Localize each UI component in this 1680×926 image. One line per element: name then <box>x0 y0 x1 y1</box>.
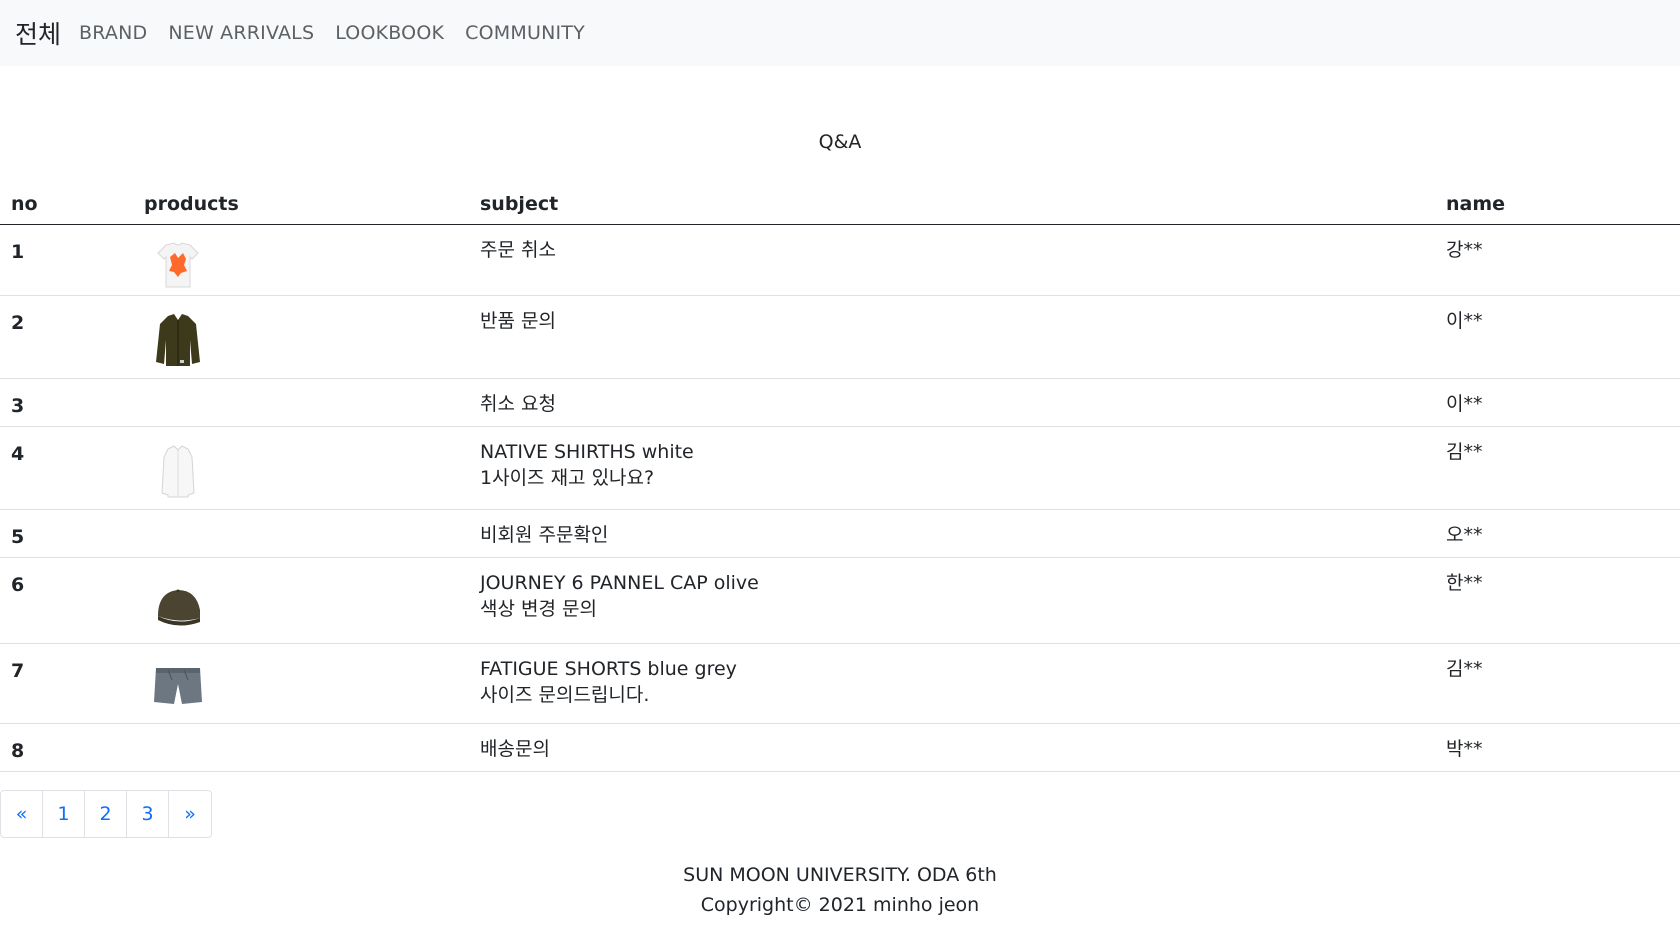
page-1-button[interactable]: 1 <box>43 791 85 837</box>
subject-title[interactable]: 반품 문의 <box>480 308 1446 334</box>
table-row[interactable]: 7 FATIGUE SHORTS blue grey 사이즈 문의드립니다. 김… <box>0 643 1680 724</box>
table-row[interactable]: 2 반품 문의 이** <box>0 295 1680 379</box>
row-no: 8 <box>0 723 144 772</box>
subject-title[interactable]: JOURNEY 6 PANNEL CAP olive <box>480 570 1446 596</box>
shirt-icon[interactable] <box>148 441 208 501</box>
author-name: 강** <box>1446 224 1680 296</box>
subject-title[interactable]: 비회원 주문확인 <box>480 522 1446 548</box>
brand-link[interactable]: 전체 <box>15 15 61 51</box>
subject-title[interactable]: FATIGUE SHORTS blue grey <box>480 656 1446 682</box>
subject-detail[interactable]: 색상 변경 문의 <box>480 596 1446 622</box>
subject-detail[interactable]: 사이즈 문의드립니다. <box>480 682 1446 708</box>
table-row[interactable]: 4 NATIVE SHIRTHS white 1사이즈 재고 있나요? 김** <box>0 426 1680 510</box>
subject-title[interactable]: NATIVE SHIRTHS white <box>480 439 1446 465</box>
qa-table: no products subject name 1 주문 취소 강** 2 반… <box>0 184 1680 772</box>
author-name: 박** <box>1446 723 1680 772</box>
page-2-button[interactable]: 2 <box>85 791 127 837</box>
row-no: 2 <box>0 295 144 379</box>
footer: SUN MOON UNIVERSITY. ODA 6th Copyright© … <box>0 860 1680 920</box>
row-no: 3 <box>0 378 144 427</box>
pagination: « 1 2 3 » <box>0 790 212 838</box>
nav-link-brand[interactable]: BRAND <box>79 22 147 44</box>
header-subject: subject <box>480 184 1446 225</box>
nav-link-lookbook[interactable]: LOOKBOOK <box>335 22 444 44</box>
subject-title[interactable]: 주문 취소 <box>480 237 1446 263</box>
author-name: 오** <box>1446 509 1680 558</box>
table-row[interactable]: 6 JOURNEY 6 PANNEL CAP olive 색상 변경 문의 한*… <box>0 557 1680 644</box>
page-prev-button[interactable]: « <box>1 791 43 837</box>
header-name: name <box>1446 184 1680 225</box>
footer-copyright: Copyright© 2021 minho jeon <box>700 894 980 916</box>
header-no: no <box>0 184 144 225</box>
author-name: 이** <box>1446 378 1680 427</box>
row-no: 1 <box>0 224 144 296</box>
page-next-button[interactable]: » <box>169 791 211 837</box>
row-no: 7 <box>0 643 144 724</box>
page-3-button[interactable]: 3 <box>127 791 169 837</box>
author-name: 김** <box>1446 426 1680 510</box>
row-no: 5 <box>0 509 144 558</box>
table-header-row: no products subject name <box>0 184 1680 225</box>
table-row[interactable]: 1 주문 취소 강** <box>0 224 1680 296</box>
row-no: 6 <box>0 557 144 644</box>
subject-title[interactable]: 취소 요청 <box>480 391 1446 417</box>
navbar: 전체 BRAND NEW ARRIVALS LOOKBOOK COMMUNITY <box>0 0 1680 66</box>
cap-icon[interactable] <box>148 572 208 632</box>
nav-link-new-arrivals[interactable]: NEW ARRIVALS <box>168 22 314 44</box>
page-title: Q&A <box>818 131 862 153</box>
author-name: 이** <box>1446 295 1680 379</box>
row-no: 4 <box>0 426 144 510</box>
jacket-icon[interactable] <box>148 310 208 370</box>
table-row[interactable]: 3 취소 요청 이** <box>0 378 1680 427</box>
table-row[interactable]: 5 비회원 주문확인 오** <box>0 509 1680 558</box>
table-row[interactable]: 8 배송문의 박** <box>0 723 1680 772</box>
nav-link-community[interactable]: COMMUNITY <box>465 22 585 44</box>
author-name: 한** <box>1446 557 1680 644</box>
shorts-icon[interactable] <box>148 656 208 716</box>
subject-title[interactable]: 배송문의 <box>480 736 1446 762</box>
footer-university: SUN MOON UNIVERSITY. ODA 6th <box>683 864 997 886</box>
subject-detail[interactable]: 1사이즈 재고 있나요? <box>480 465 1446 491</box>
t-shirt-icon[interactable] <box>148 235 208 295</box>
header-products: products <box>144 184 480 225</box>
author-name: 김** <box>1446 643 1680 724</box>
